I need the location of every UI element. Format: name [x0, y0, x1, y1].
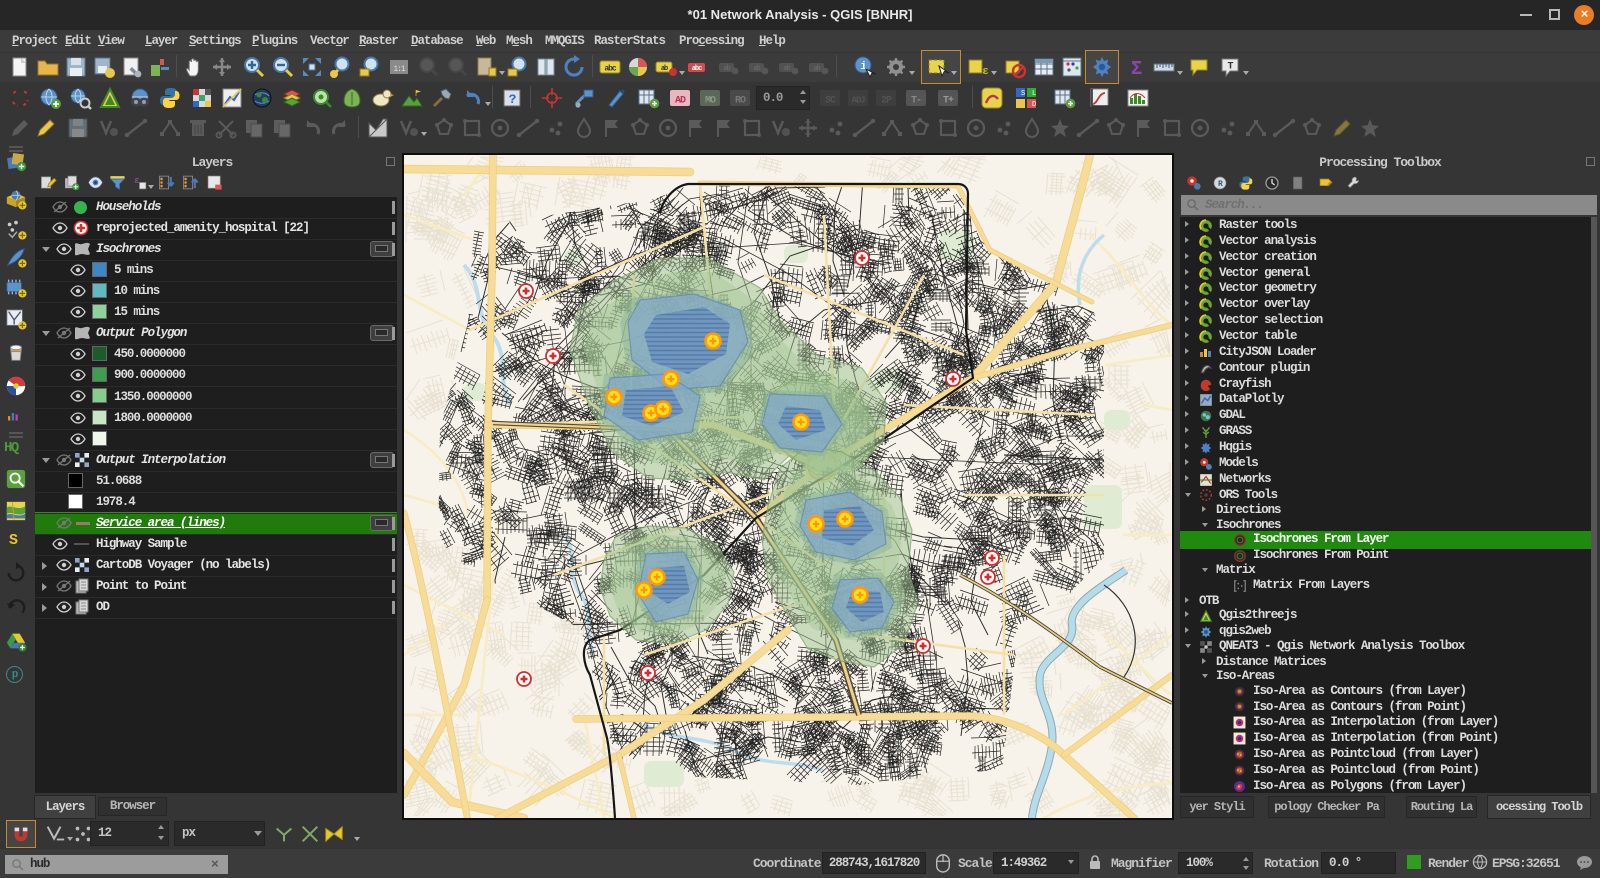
svg-text:abc: abc — [692, 65, 702, 73]
svg-text:ab: ab — [753, 65, 760, 73]
svg-text:ab: ab — [813, 65, 820, 73]
svg-text:ab: ab — [783, 65, 790, 73]
svg-text:T+: T+ — [943, 96, 954, 107]
svg-text:MO: MO — [705, 96, 716, 107]
svg-text:SC: SC — [825, 96, 836, 107]
svg-text:Σ: Σ — [1131, 58, 1142, 79]
svg-text:ab: ab — [723, 65, 730, 73]
svg-text:1:1: 1:1 — [393, 65, 406, 74]
svg-text:abc: abc — [604, 65, 617, 74]
svg-text:RO: RO — [735, 96, 746, 107]
svg-text:ADJ: ADJ — [851, 96, 865, 106]
svg-text:ab: ab — [661, 65, 668, 73]
svg-text:T-: T- — [911, 96, 921, 107]
svg-text:ε: ε — [982, 66, 989, 78]
svg-text:AD: AD — [675, 96, 686, 107]
svg-text:2P: 2P — [881, 96, 892, 107]
